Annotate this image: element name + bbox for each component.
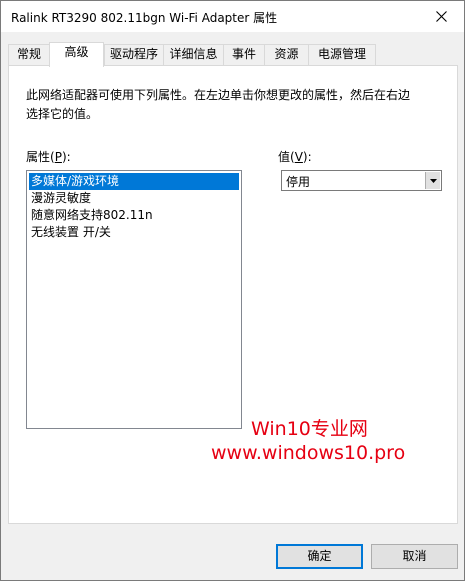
list-item[interactable]: 多媒体/游戏环境 bbox=[29, 173, 239, 190]
tab-events[interactable]: 事件 bbox=[223, 44, 265, 65]
window-title: Ralink RT3290 802.11bgn Wi-Fi Adapter 属性 bbox=[11, 11, 278, 25]
watermark-line1: Win10专业网 bbox=[251, 418, 368, 440]
tab-general[interactable]: 常规 bbox=[8, 44, 50, 65]
properties-dialog: Ralink RT3290 802.11bgn Wi-Fi Adapter 属性… bbox=[0, 0, 465, 581]
cancel-button[interactable]: 取消 bbox=[371, 544, 458, 569]
watermark-line2: www.windows10.pro bbox=[211, 442, 406, 464]
tab-advanced[interactable]: 高级 bbox=[49, 42, 104, 67]
tab-power-management[interactable]: 电源管理 bbox=[308, 44, 376, 65]
title-bar[interactable]: Ralink RT3290 802.11bgn Wi-Fi Adapter 属性 bbox=[1, 1, 464, 32]
list-item[interactable]: 随意网络支持802.11n bbox=[29, 207, 239, 224]
property-listbox[interactable]: 多媒体/游戏环境 漫游灵敏度 随意网络支持802.11n 无线装置 开/关 bbox=[26, 170, 242, 429]
value-label: 值(V): bbox=[278, 150, 312, 164]
description-text: 此网络适配器可使用下列属性。在左边单击你想更改的属性，然后在右边选择它的值。 bbox=[26, 88, 411, 121]
list-item[interactable]: 无线装置 开/关 bbox=[29, 224, 239, 241]
value-dropdown[interactable]: 停用 bbox=[281, 170, 442, 191]
ok-button[interactable]: 确定 bbox=[276, 544, 363, 569]
tab-strip: 常规 高级 驱动程序 详细信息 事件 资源 电源管理 bbox=[8, 42, 458, 67]
property-label: 属性(P): bbox=[26, 150, 71, 164]
chevron-down-icon bbox=[429, 178, 437, 183]
list-item[interactable]: 漫游灵敏度 bbox=[29, 190, 239, 207]
value-dropdown-selected: 停用 bbox=[286, 175, 311, 189]
tab-resources[interactable]: 资源 bbox=[264, 44, 309, 65]
close-icon bbox=[435, 11, 447, 22]
close-button[interactable] bbox=[418, 1, 464, 32]
tab-details[interactable]: 详细信息 bbox=[163, 44, 224, 65]
tab-driver[interactable]: 驱动程序 bbox=[104, 44, 164, 65]
dropdown-arrow[interactable] bbox=[425, 172, 440, 189]
